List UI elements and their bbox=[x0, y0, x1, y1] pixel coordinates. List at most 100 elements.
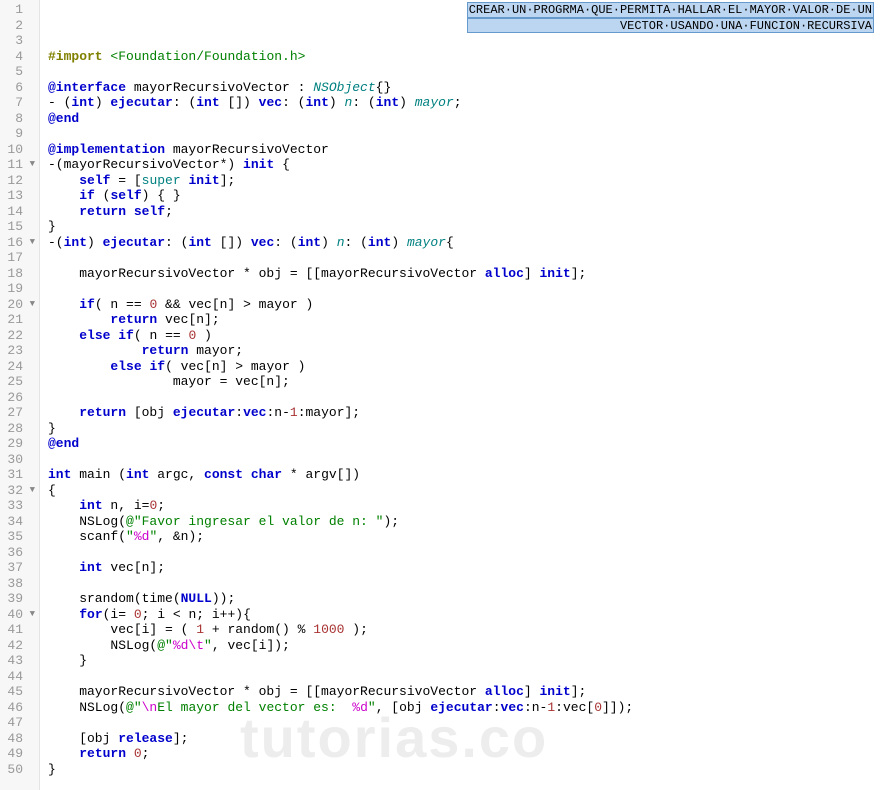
code-line[interactable]: else if( n == 0 ) bbox=[48, 328, 880, 344]
line-number: 29 bbox=[0, 436, 39, 452]
line-number: 17 bbox=[0, 250, 39, 266]
code-area[interactable]: tutorias.co CREAR·UN·PROGRMA·QUE·PERMITA… bbox=[40, 0, 880, 790]
code-line[interactable] bbox=[48, 576, 880, 592]
fold-icon[interactable]: ▼ bbox=[25, 483, 35, 499]
line-number: 6 bbox=[0, 80, 39, 96]
fold-icon[interactable]: ▼ bbox=[25, 297, 35, 313]
line-number: 48 bbox=[0, 731, 39, 747]
code-line[interactable]: } bbox=[48, 762, 880, 778]
line-number: 14 bbox=[0, 204, 39, 220]
line-number: 32▼ bbox=[0, 483, 39, 499]
code-line[interactable]: srandom(time(NULL)); bbox=[48, 591, 880, 607]
line-number: 20▼ bbox=[0, 297, 39, 313]
line-number: 2 bbox=[0, 18, 39, 34]
code-line[interactable]: mayor = vec[n]; bbox=[48, 374, 880, 390]
line-number: 35 bbox=[0, 529, 39, 545]
line-number: 12 bbox=[0, 173, 39, 189]
line-number: 41 bbox=[0, 622, 39, 638]
code-line[interactable]: return self; bbox=[48, 204, 880, 220]
code-line[interactable]: int vec[n]; bbox=[48, 560, 880, 576]
line-number: 9 bbox=[0, 126, 39, 142]
line-number: 18 bbox=[0, 266, 39, 282]
line-number: 24 bbox=[0, 359, 39, 375]
code-line[interactable]: NSLog(@"%d\t", vec[i]); bbox=[48, 638, 880, 654]
code-line[interactable]: scanf("%d", &n); bbox=[48, 529, 880, 545]
code-line[interactable]: -(int) ejecutar: (int []) vec: (int) n: … bbox=[48, 235, 880, 251]
code-line[interactable]: NSLog(@"\nEl mayor del vector es: %d", [… bbox=[48, 700, 880, 716]
line-number: 49 bbox=[0, 746, 39, 762]
code-line[interactable] bbox=[48, 64, 880, 80]
code-line[interactable]: mayorRecursivoVector * obj = [[mayorRecu… bbox=[48, 684, 880, 700]
code-content[interactable]: #import <Foundation/Foundation.h> @interf… bbox=[48, 2, 880, 777]
line-number: 33 bbox=[0, 498, 39, 514]
line-number: 36 bbox=[0, 545, 39, 561]
line-number: 50 bbox=[0, 762, 39, 778]
code-line[interactable] bbox=[48, 715, 880, 731]
line-number: 11▼ bbox=[0, 157, 39, 173]
line-number: 40▼ bbox=[0, 607, 39, 623]
code-line[interactable] bbox=[48, 33, 880, 49]
line-number: 46 bbox=[0, 700, 39, 716]
line-number: 5 bbox=[0, 64, 39, 80]
code-line[interactable]: if (self) { } bbox=[48, 188, 880, 204]
code-line[interactable] bbox=[48, 281, 880, 297]
line-number: 19 bbox=[0, 281, 39, 297]
code-line[interactable]: vec[i] = ( 1 + random() % 1000 ); bbox=[48, 622, 880, 638]
code-line[interactable] bbox=[48, 390, 880, 406]
line-number: 47 bbox=[0, 715, 39, 731]
code-line[interactable]: return [obj ejecutar:vec:n-1:mayor]; bbox=[48, 405, 880, 421]
code-line[interactable]: self = [super init]; bbox=[48, 173, 880, 189]
line-number: 45 bbox=[0, 684, 39, 700]
code-line[interactable]: @end bbox=[48, 111, 880, 127]
code-editor: 1234567891011▼1213141516▼17181920▼212223… bbox=[0, 0, 880, 790]
code-line[interactable]: else if( vec[n] > mayor ) bbox=[48, 359, 880, 375]
line-number: 30 bbox=[0, 452, 39, 468]
code-line[interactable]: mayorRecursivoVector * obj = [[mayorRecu… bbox=[48, 266, 880, 282]
code-line[interactable]: } bbox=[48, 653, 880, 669]
line-number: 13 bbox=[0, 188, 39, 204]
line-number: 44 bbox=[0, 669, 39, 685]
line-number: 34 bbox=[0, 514, 39, 530]
line-number: 4 bbox=[0, 49, 39, 65]
fold-icon[interactable]: ▼ bbox=[25, 157, 35, 173]
line-number: 23 bbox=[0, 343, 39, 359]
line-number: 10 bbox=[0, 142, 39, 158]
code-line[interactable] bbox=[48, 2, 880, 18]
line-number: 31 bbox=[0, 467, 39, 483]
fold-icon[interactable]: ▼ bbox=[25, 235, 35, 251]
line-number: 16▼ bbox=[0, 235, 39, 251]
line-number: 8 bbox=[0, 111, 39, 127]
code-line[interactable]: @implementation mayorRecursivoVector bbox=[48, 142, 880, 158]
code-line[interactable]: int n, i=0; bbox=[48, 498, 880, 514]
code-line[interactable] bbox=[48, 545, 880, 561]
code-line[interactable] bbox=[48, 250, 880, 266]
code-line[interactable]: return mayor; bbox=[48, 343, 880, 359]
line-number: 37 bbox=[0, 560, 39, 576]
code-line[interactable]: if( n == 0 && vec[n] > mayor ) bbox=[48, 297, 880, 313]
line-number: 21 bbox=[0, 312, 39, 328]
line-number: 27 bbox=[0, 405, 39, 421]
line-number: 43 bbox=[0, 653, 39, 669]
code-line[interactable]: #import <Foundation/Foundation.h> bbox=[48, 49, 880, 65]
code-line[interactable]: @end bbox=[48, 436, 880, 452]
code-line[interactable]: { bbox=[48, 483, 880, 499]
code-line[interactable] bbox=[48, 669, 880, 685]
code-line[interactable]: for(i= 0; i < n; i++){ bbox=[48, 607, 880, 623]
line-number: 3 bbox=[0, 33, 39, 49]
code-line[interactable]: @interface mayorRecursivoVector : NSObje… bbox=[48, 80, 880, 96]
code-line[interactable]: [obj release]; bbox=[48, 731, 880, 747]
code-line[interactable]: return 0; bbox=[48, 746, 880, 762]
code-line[interactable]: NSLog(@"Favor ingresar el valor de n: ")… bbox=[48, 514, 880, 530]
code-line[interactable]: } bbox=[48, 219, 880, 235]
code-line[interactable]: } bbox=[48, 421, 880, 437]
code-line[interactable]: int main (int argc, const char * argv[]) bbox=[48, 467, 880, 483]
code-line[interactable] bbox=[48, 452, 880, 468]
fold-icon[interactable]: ▼ bbox=[25, 607, 35, 623]
code-line[interactable]: -(mayorRecursivoVector*) init { bbox=[48, 157, 880, 173]
code-line[interactable] bbox=[48, 126, 880, 142]
line-number: 28 bbox=[0, 421, 39, 437]
line-number: 25 bbox=[0, 374, 39, 390]
code-line[interactable] bbox=[48, 18, 880, 34]
code-line[interactable]: - (int) ejecutar: (int []) vec: (int) n:… bbox=[48, 95, 880, 111]
code-line[interactable]: return vec[n]; bbox=[48, 312, 880, 328]
